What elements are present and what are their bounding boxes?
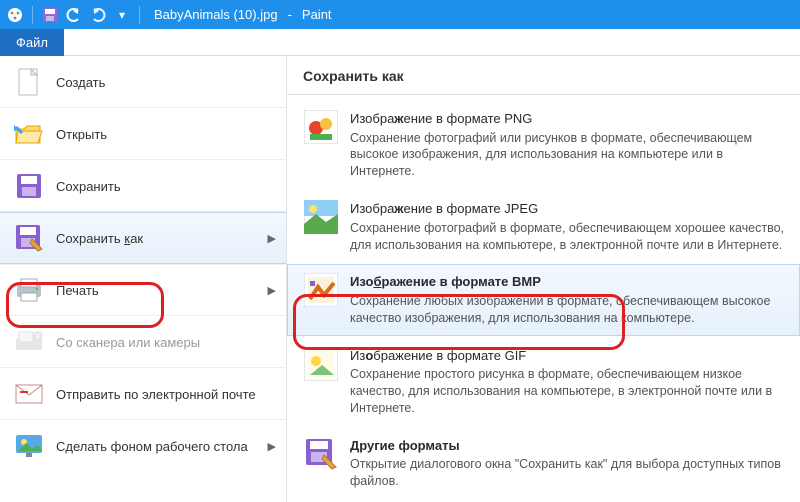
save-as-icon xyxy=(14,223,44,253)
menu-save-as[interactable]: Сохранить как ▶ xyxy=(0,212,286,264)
save-icon[interactable] xyxy=(41,6,59,24)
file-menu: Создать Открыть Сохранить Сохранить как … xyxy=(0,56,287,502)
format-title: Изображение в формате PNG xyxy=(350,110,789,128)
panel-title: Сохранить как xyxy=(287,64,800,95)
new-doc-icon xyxy=(14,67,44,97)
chevron-right-icon: ▶ xyxy=(268,440,276,453)
gif-icon xyxy=(304,347,338,381)
jpeg-icon xyxy=(304,200,338,234)
format-png[interactable]: Изображение в формате PNG Сохранение фот… xyxy=(287,101,800,189)
ribbon-tabs: Файл xyxy=(0,29,800,56)
title-filename: BabyAnimals (10).jpg xyxy=(154,7,278,22)
png-icon xyxy=(304,110,338,144)
menu-scanner: Со сканера или камеры xyxy=(0,316,286,368)
format-desc: Сохранение фотографий в формате, обеспеч… xyxy=(350,220,789,254)
format-desc: Сохранение фотографий или рисунков в фор… xyxy=(350,130,789,181)
printer-icon xyxy=(14,275,44,305)
menu-create[interactable]: Создать xyxy=(0,56,286,108)
menu-email[interactable]: Отправить по электронной почте xyxy=(0,368,286,420)
format-other[interactable]: Другие форматы Открытие диалогового окна… xyxy=(287,428,800,499)
format-title: Изображение в формате JPEG xyxy=(350,200,789,218)
menu-open[interactable]: Открыть xyxy=(0,108,286,160)
format-desc: Открытие диалогового окна "Сохранить как… xyxy=(350,456,789,490)
save-as-panel: Сохранить как Изображение в формате PNG … xyxy=(287,56,800,502)
title-bar: ▾ BabyAnimals (10).jpg - Paint xyxy=(0,0,800,29)
other-formats-icon xyxy=(304,437,338,471)
format-desc: Сохранение любых изображений в формате, … xyxy=(350,293,789,327)
format-title: Изображение в формате GIF xyxy=(350,347,789,365)
format-bmp[interactable]: Изображение в формате BMP Сохранение люб… xyxy=(287,264,800,335)
bmp-icon xyxy=(304,273,338,307)
scanner-icon xyxy=(14,327,44,357)
redo-icon[interactable] xyxy=(89,6,107,24)
menu-wallpaper[interactable]: Сделать фоном рабочего стола ▶ xyxy=(0,420,286,472)
backstage: Создать Открыть Сохранить Сохранить как … xyxy=(0,56,800,502)
qat-customize-icon[interactable]: ▾ xyxy=(113,6,131,24)
format-title: Изображение в формате BMP xyxy=(350,273,789,291)
app-icon xyxy=(6,6,24,24)
undo-icon[interactable] xyxy=(65,6,83,24)
format-title: Другие форматы xyxy=(350,437,789,455)
menu-print[interactable]: Печать ▶ xyxy=(0,264,286,316)
format-gif[interactable]: Изображение в формате GIF Сохранение про… xyxy=(287,338,800,426)
chevron-right-icon: ▶ xyxy=(268,284,276,297)
format-desc: Сохранение простого рисунка в формате, о… xyxy=(350,366,789,417)
tab-file[interactable]: Файл xyxy=(0,29,64,56)
menu-save[interactable]: Сохранить xyxy=(0,160,286,212)
envelope-icon xyxy=(14,379,44,409)
folder-open-icon xyxy=(14,119,44,149)
chevron-right-icon: ▶ xyxy=(268,232,276,245)
title-appname: Paint xyxy=(302,7,332,22)
wallpaper-icon xyxy=(14,431,44,461)
format-jpeg[interactable]: Изображение в формате JPEG Сохранение фо… xyxy=(287,191,800,262)
save-disk-icon xyxy=(14,171,44,201)
